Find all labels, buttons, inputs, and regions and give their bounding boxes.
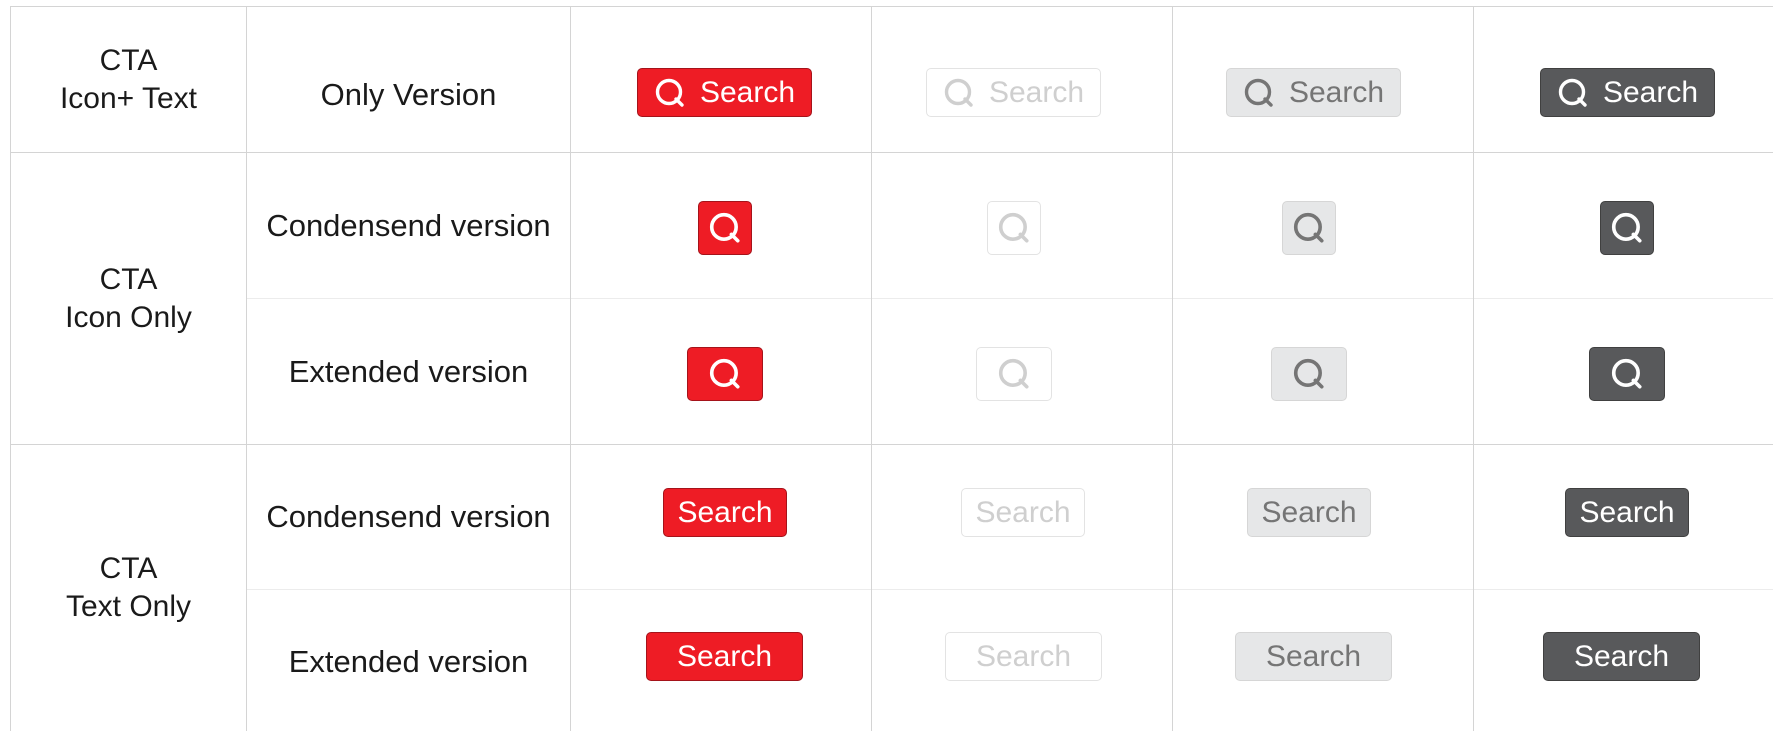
search-button-label: Search <box>677 495 773 529</box>
group-label-line: Icon+ Text <box>59 81 198 115</box>
search-icon <box>1557 77 1589 109</box>
search-icon-button-light[interactable] <box>976 347 1052 401</box>
search-button-label: Search <box>699 75 796 109</box>
search-icon <box>708 211 742 245</box>
search-text-button-gray[interactable]: Search <box>1235 632 1392 681</box>
search-button-label: Search <box>1579 495 1675 529</box>
group-label-line: CTA <box>99 262 158 296</box>
search-button-label: Search <box>1602 75 1699 109</box>
search-button-label: Search <box>1573 639 1670 673</box>
variant-label-condensed-icon: Condensend version <box>266 207 551 243</box>
search-icon <box>1243 77 1275 109</box>
search-button-label: Search <box>975 639 1072 673</box>
variant-label-extended-icon: Extended version <box>288 353 529 389</box>
search-button-label: Search <box>676 639 773 673</box>
search-icon <box>943 77 975 109</box>
search-icon <box>997 211 1031 245</box>
search-button-label: Search <box>988 75 1085 109</box>
search-button-label: Search <box>1261 495 1357 529</box>
group-label-icon-only: CTA Icon Only <box>11 153 246 444</box>
column-divider <box>871 6 872 731</box>
search-text-button-red[interactable]: Search <box>663 488 787 537</box>
variant-label-condensed-text: Condensend version <box>266 499 551 534</box>
group-label-line: Icon Only <box>65 300 192 334</box>
search-icon <box>997 357 1031 391</box>
search-button-label: Search <box>975 495 1071 529</box>
search-text-button-light[interactable]: Search <box>961 488 1085 537</box>
group-label-text-only: CTA Text Only <box>11 445 246 731</box>
search-icon <box>1610 211 1644 245</box>
group-label-line: CTA <box>99 43 158 77</box>
variant-label-extended-text: Extended version <box>288 644 529 679</box>
column-divider <box>1172 6 1173 731</box>
group-label-line: Text Only <box>65 590 192 623</box>
search-text-button-dark[interactable]: Search <box>1565 488 1689 537</box>
search-button-label: Search <box>1288 75 1385 109</box>
column-divider <box>570 6 571 731</box>
search-icon-button-red[interactable] <box>687 347 763 401</box>
search-text-button-gray[interactable]: Search <box>1247 488 1371 537</box>
search-icon <box>1610 357 1644 391</box>
search-icon-button-red[interactable] <box>698 201 752 255</box>
button-spec-table: CTA Icon+ Text CTA Icon Only CTA Text On… <box>0 0 1773 731</box>
search-icon <box>1292 357 1326 391</box>
search-text-button-light[interactable]: Search <box>945 632 1102 681</box>
search-icon-button-dark[interactable] <box>1600 201 1654 255</box>
group-label-line: CTA <box>99 552 158 585</box>
search-icon <box>654 77 686 109</box>
search-icon <box>708 357 742 391</box>
search-button-label: Search <box>1265 639 1362 673</box>
search-button-gray[interactable]: Search <box>1226 68 1401 117</box>
search-icon <box>1292 211 1326 245</box>
search-icon-button-gray[interactable] <box>1271 347 1347 401</box>
search-text-button-red[interactable]: Search <box>646 632 803 681</box>
search-icon-button-gray[interactable] <box>1282 201 1336 255</box>
search-icon-button-light[interactable] <box>987 201 1041 255</box>
search-icon-button-dark[interactable] <box>1589 347 1665 401</box>
group-label-icon-text: CTA Icon+ Text <box>11 7 246 152</box>
column-divider <box>1473 6 1474 731</box>
search-button-red[interactable]: Search <box>637 68 812 117</box>
search-button-light[interactable]: Search <box>926 68 1101 117</box>
search-button-dark[interactable]: Search <box>1540 68 1715 117</box>
search-text-button-dark[interactable]: Search <box>1543 632 1700 681</box>
